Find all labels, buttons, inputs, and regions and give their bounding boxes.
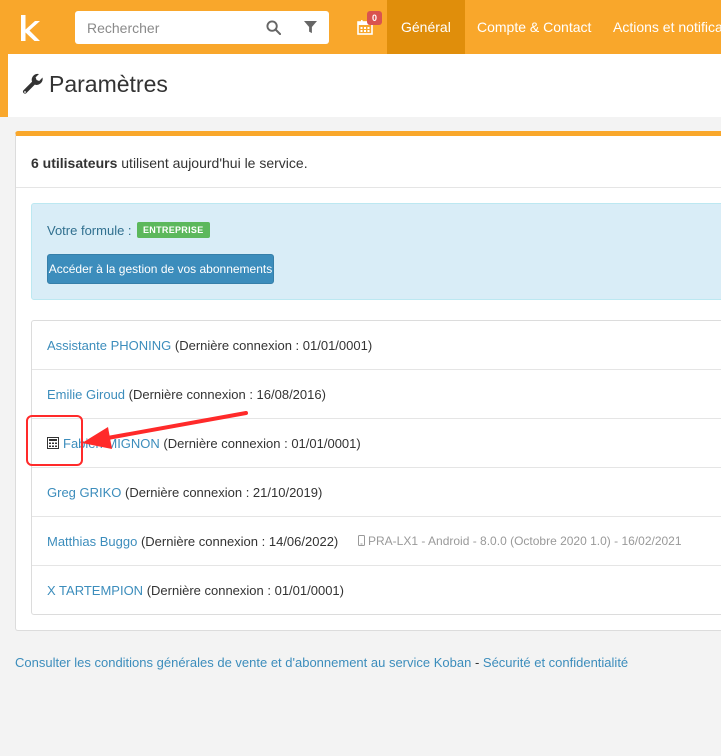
wrench-icon bbox=[23, 73, 43, 94]
users-panel: 6 utilisateurs utilisent aujourd'hui le … bbox=[15, 131, 721, 631]
users-count: 6 utilisateurs bbox=[31, 155, 118, 171]
mobile-icon bbox=[358, 535, 365, 546]
filter-icon[interactable] bbox=[304, 21, 317, 34]
subscription-alert: Votre formule : ENTREPRISE Accéder à la … bbox=[31, 203, 721, 300]
list-item: Matthias Buggo (Dernière connexion : 14/… bbox=[32, 517, 721, 566]
list-item: Greg GRIKO (Dernière connexion : 21/10/2… bbox=[32, 468, 721, 517]
top-navbar: Rechercher 0 Général Compte & Contact Ac… bbox=[0, 0, 721, 54]
tab-actions-notifications[interactable]: Actions et notificat bbox=[599, 0, 721, 54]
koban-logo[interactable] bbox=[18, 14, 44, 42]
footer-separator: - bbox=[471, 655, 483, 670]
user-link[interactable]: Assistante PHONING bbox=[47, 338, 171, 353]
cgv-link[interactable]: Consulter les conditions générales de ve… bbox=[15, 655, 471, 670]
footer: Consulter les conditions générales de ve… bbox=[15, 655, 628, 670]
user-link[interactable]: X TARTEMPION bbox=[47, 583, 143, 598]
tab-compte-contact[interactable]: Compte & Contact bbox=[463, 0, 605, 54]
last-login: (Dernière connexion : 21/10/2019) bbox=[121, 485, 323, 500]
last-login: (Dernière connexion : 01/01/0001) bbox=[171, 338, 373, 353]
formule-label: Votre formule : bbox=[47, 223, 132, 238]
divider bbox=[16, 187, 721, 188]
list-item: Assistante PHONING (Dernière connexion :… bbox=[32, 321, 721, 370]
plan-badge: ENTREPRISE bbox=[137, 222, 210, 238]
last-login: (Dernière connexion : 01/01/0001) bbox=[143, 583, 344, 598]
search-icon[interactable] bbox=[266, 20, 281, 35]
page-header: Paramètres bbox=[0, 54, 721, 117]
tab-general[interactable]: Général bbox=[387, 0, 465, 54]
page-title: Paramètres bbox=[49, 71, 168, 97]
calendar-badge: 0 bbox=[367, 11, 382, 25]
users-list: Assistante PHONING (Dernière connexion :… bbox=[31, 320, 721, 615]
list-item: X TARTEMPION (Dernière connexion : 01/01… bbox=[32, 566, 721, 615]
user-link[interactable]: Greg GRIKO bbox=[47, 485, 121, 500]
search-box[interactable]: Rechercher bbox=[75, 11, 329, 44]
annotation-arrow-icon bbox=[82, 411, 248, 449]
device-info: PRA-LX1 - Android - 8.0.0 (Octobre 2020 … bbox=[358, 517, 682, 566]
last-login: (Dernière connexion : 16/08/2016) bbox=[125, 387, 326, 402]
search-input[interactable]: Rechercher bbox=[87, 20, 159, 36]
users-count-suffix: utilisent aujourd'hui le service. bbox=[117, 155, 308, 171]
manage-subscriptions-button[interactable]: Accéder à la gestion de vos abonnements bbox=[47, 254, 274, 284]
user-link[interactable]: Emilie Giroud bbox=[47, 387, 125, 402]
security-link[interactable]: Sécurité et confidentialité bbox=[483, 655, 628, 670]
user-link[interactable]: Matthias Buggo bbox=[47, 534, 137, 549]
device-text: PRA-LX1 - Android - 8.0.0 (Octobre 2020 … bbox=[368, 534, 682, 548]
users-count-text: 6 utilisateurs utilisent aujourd'hui le … bbox=[31, 155, 308, 171]
last-login: (Dernière connexion : 14/06/2022) bbox=[137, 534, 339, 549]
